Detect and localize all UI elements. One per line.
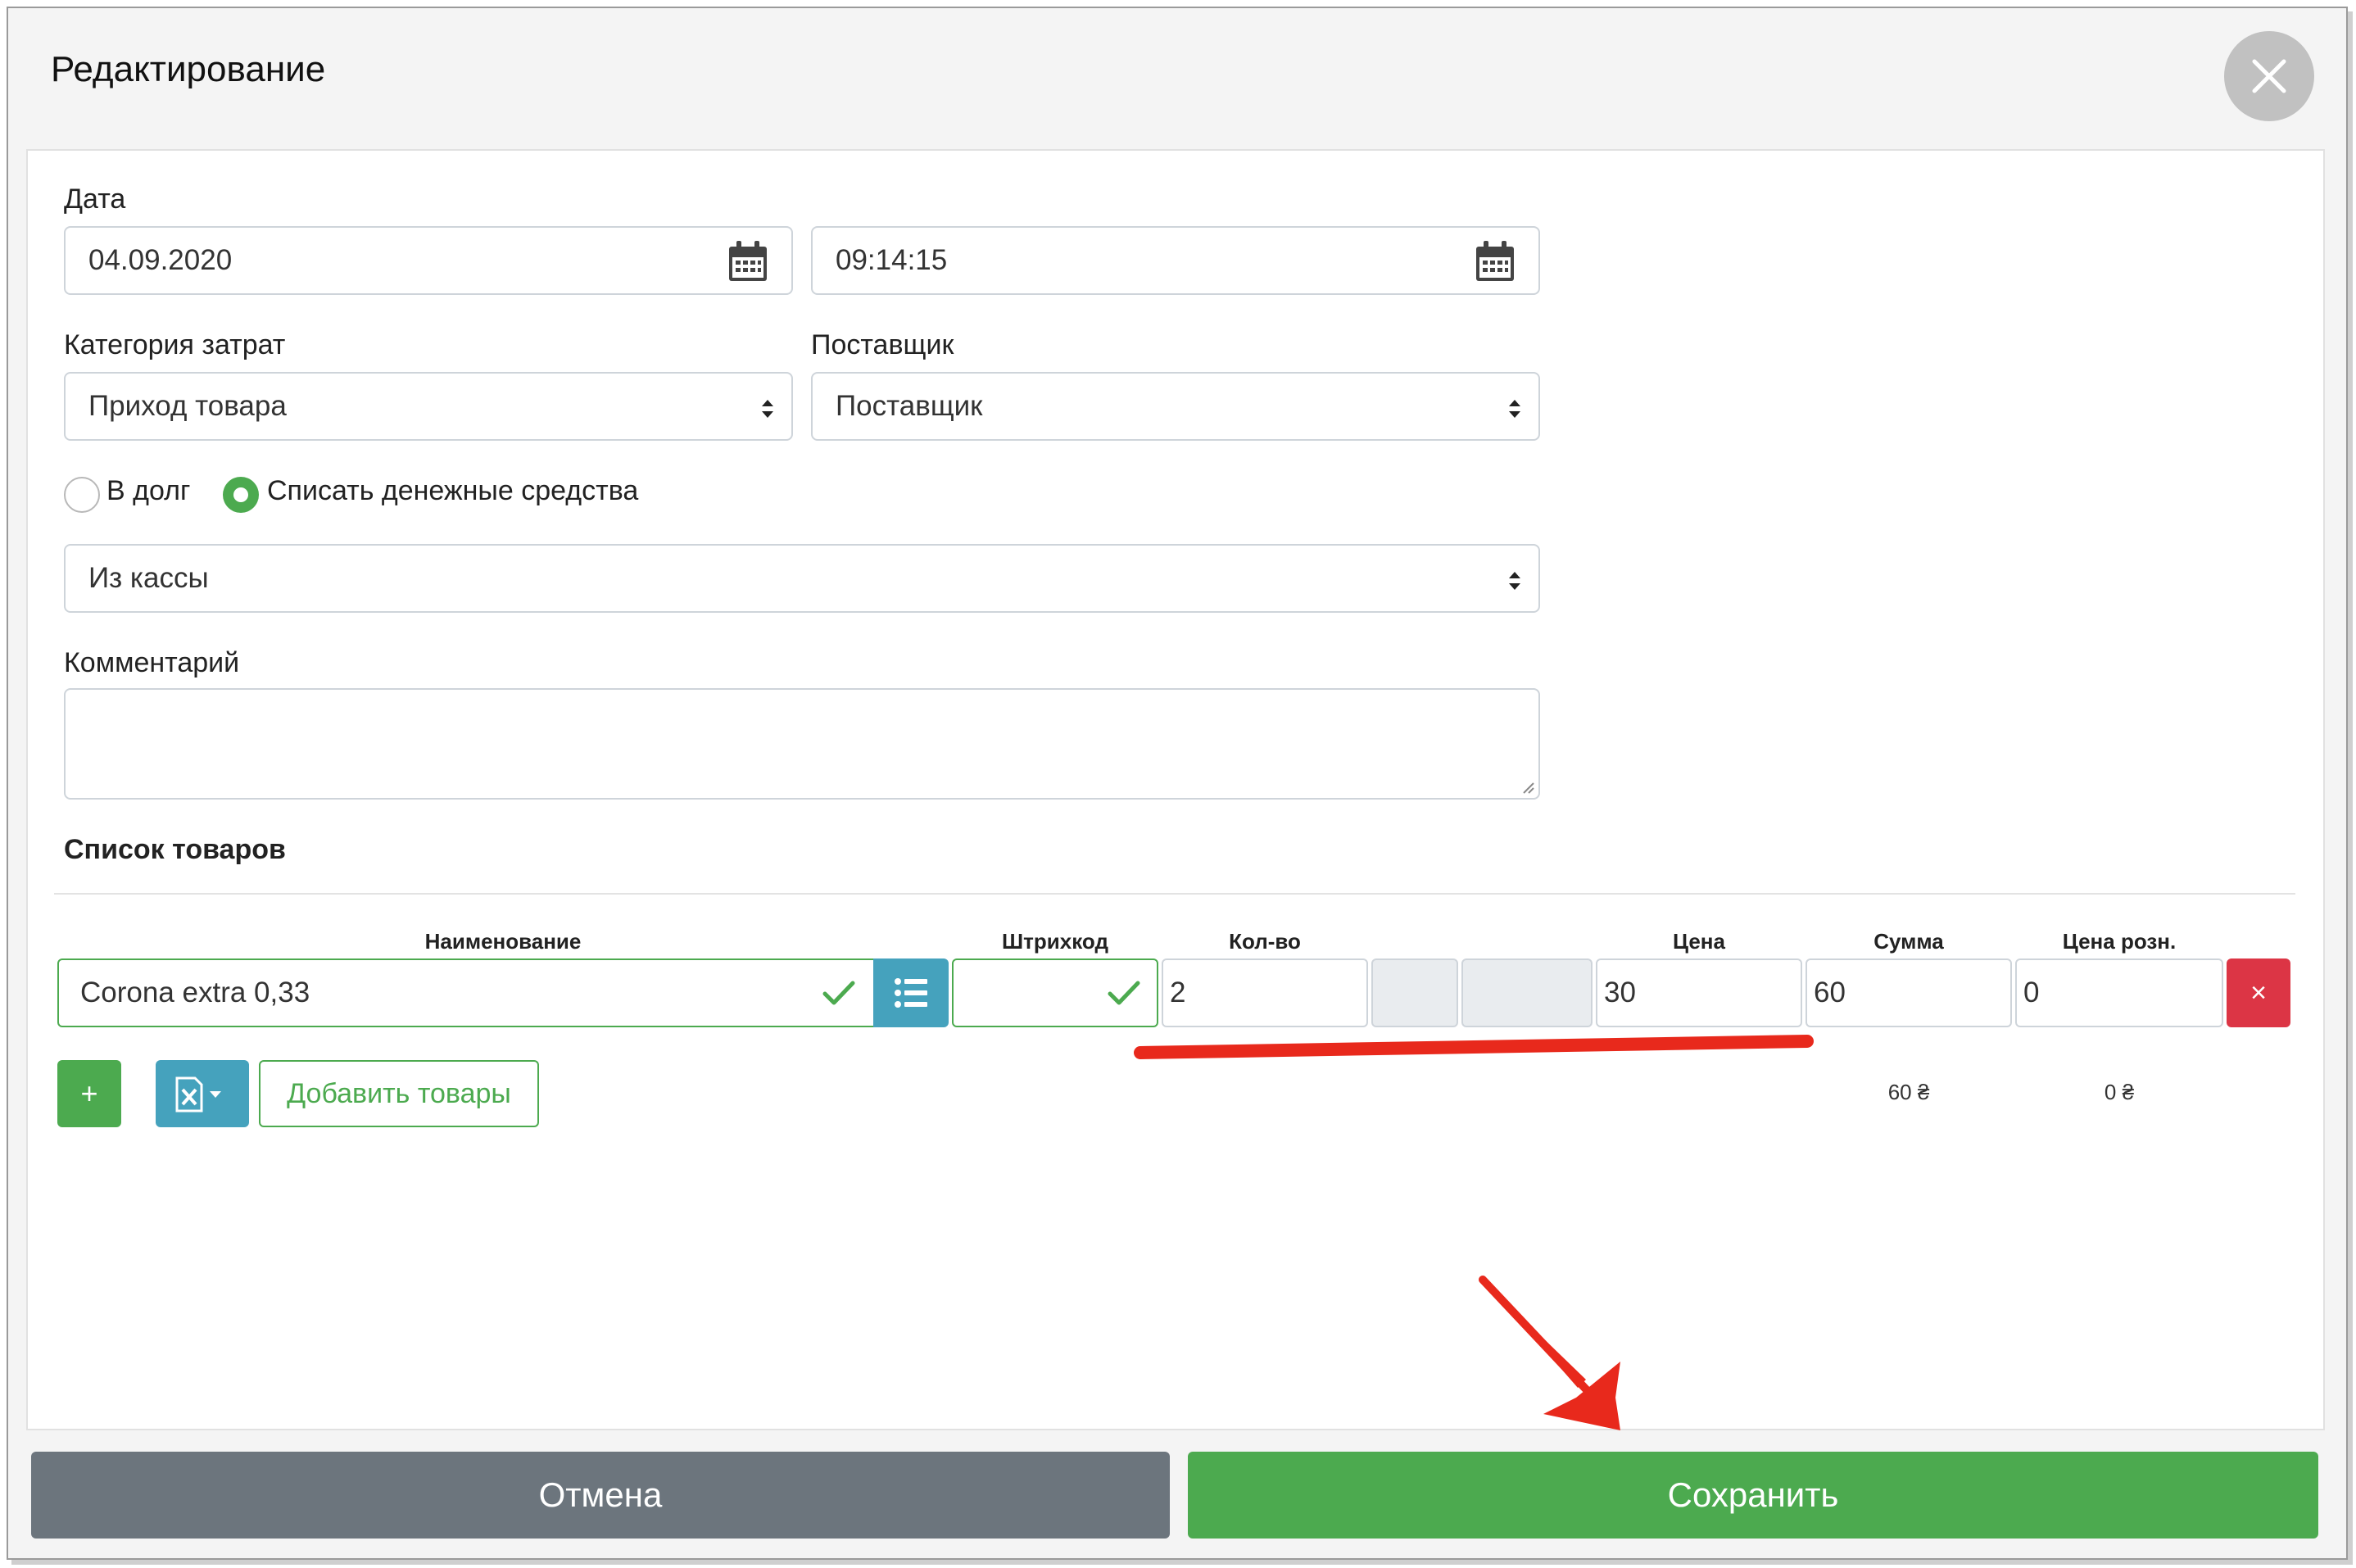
remove-row-button[interactable]: × — [2227, 958, 2290, 1027]
close-icon — [2252, 59, 2286, 93]
select-arrows-icon — [1509, 572, 1520, 590]
add-products-button[interactable]: Добавить товары — [259, 1060, 539, 1127]
product-list-button[interactable] — [873, 958, 949, 1027]
excel-file-icon — [175, 1076, 221, 1113]
save-label: Сохранить — [1667, 1475, 1839, 1514]
column-header-barcode: Штрихкод — [1002, 929, 1108, 954]
column-header-retail-price: Цена розн. — [2062, 929, 2177, 954]
radio-debt[interactable] — [64, 477, 100, 513]
cash-source-select[interactable]: Из кассы — [64, 544, 1540, 613]
column-header-price: Цена — [1673, 929, 1725, 954]
cancel-label: Отмена — [538, 1475, 663, 1514]
supplier-label: Поставщик — [811, 329, 954, 360]
comment-label: Комментарий — [64, 647, 240, 678]
date-label: Дата — [64, 184, 126, 215]
column-header-name: Наименование — [424, 929, 582, 954]
column-header-sum: Сумма — [1873, 929, 1944, 954]
add-row-button[interactable]: + — [57, 1060, 121, 1127]
calendar-icon[interactable] — [726, 239, 770, 283]
product-retail-price-value: 0 — [2023, 977, 2040, 1008]
dialog-title: Редактирование — [51, 49, 326, 89]
disabled-field — [1461, 958, 1593, 1027]
product-price-input[interactable]: 30 — [1596, 958, 1802, 1027]
save-button[interactable]: Сохранить — [1188, 1452, 2318, 1539]
product-retail-price-input[interactable]: 0 — [2015, 958, 2223, 1027]
select-arrows-icon — [762, 400, 773, 418]
product-qty-value: 2 — [1170, 977, 1186, 1008]
annotation-arrow — [1479, 1276, 1620, 1430]
category-value: Приход товара — [88, 390, 287, 422]
add-products-label: Добавить товары — [287, 1077, 511, 1109]
category-label: Категория затрат — [64, 329, 286, 360]
time-value: 09:14:15 — [836, 244, 948, 276]
comment-textarea[interactable] — [64, 688, 1540, 800]
select-arrows-icon — [1509, 400, 1520, 418]
total-retail: 0 ₴ — [2104, 1080, 2135, 1104]
supplier-select[interactable]: Поставщик — [811, 372, 1540, 441]
check-icon — [1108, 981, 1140, 1005]
product-name-value: Corona extra 0,33 — [80, 977, 310, 1008]
product-sum-input[interactable]: 60 — [1806, 958, 2012, 1027]
product-qty-input[interactable]: 2 — [1162, 958, 1368, 1027]
check-icon — [822, 981, 855, 1005]
disabled-field — [1371, 958, 1458, 1027]
radio-debt-label[interactable]: В долг — [106, 475, 190, 507]
radio-cash-label[interactable]: Списать денежные средства — [267, 475, 638, 507]
total-sum: 60 ₴ — [1887, 1080, 1930, 1104]
column-header-qty: Кол-во — [1229, 929, 1301, 954]
products-section-title: Список товаров — [64, 834, 286, 865]
radio-cash[interactable] — [223, 477, 259, 513]
excel-import-button[interactable] — [156, 1060, 249, 1127]
date-field[interactable]: 04.09.2020 — [64, 226, 793, 295]
date-value: 04.09.2020 — [88, 244, 233, 276]
annotation-underline — [1134, 1035, 1814, 1059]
product-barcode-input[interactable] — [952, 958, 1158, 1027]
product-name-input[interactable]: Corona extra 0,33 — [57, 958, 875, 1027]
add-row-label: + — [80, 1076, 98, 1110]
remove-row-label: × — [2250, 977, 2267, 1008]
close-button[interactable] — [2224, 31, 2314, 121]
time-field[interactable]: 09:14:15 — [811, 226, 1540, 295]
category-select[interactable]: Приход товара — [64, 372, 793, 441]
cash-source-value: Из кассы — [88, 562, 209, 594]
cancel-button[interactable]: Отмена — [31, 1452, 1170, 1539]
calendar-icon[interactable] — [1473, 239, 1517, 283]
section-divider — [54, 893, 2295, 895]
resize-handle-icon[interactable] — [1520, 780, 1535, 795]
product-sum-value: 60 — [1814, 977, 1846, 1008]
list-icon — [895, 978, 927, 1008]
product-price-value: 30 — [1604, 977, 1636, 1008]
supplier-value: Поставщик — [836, 390, 983, 422]
